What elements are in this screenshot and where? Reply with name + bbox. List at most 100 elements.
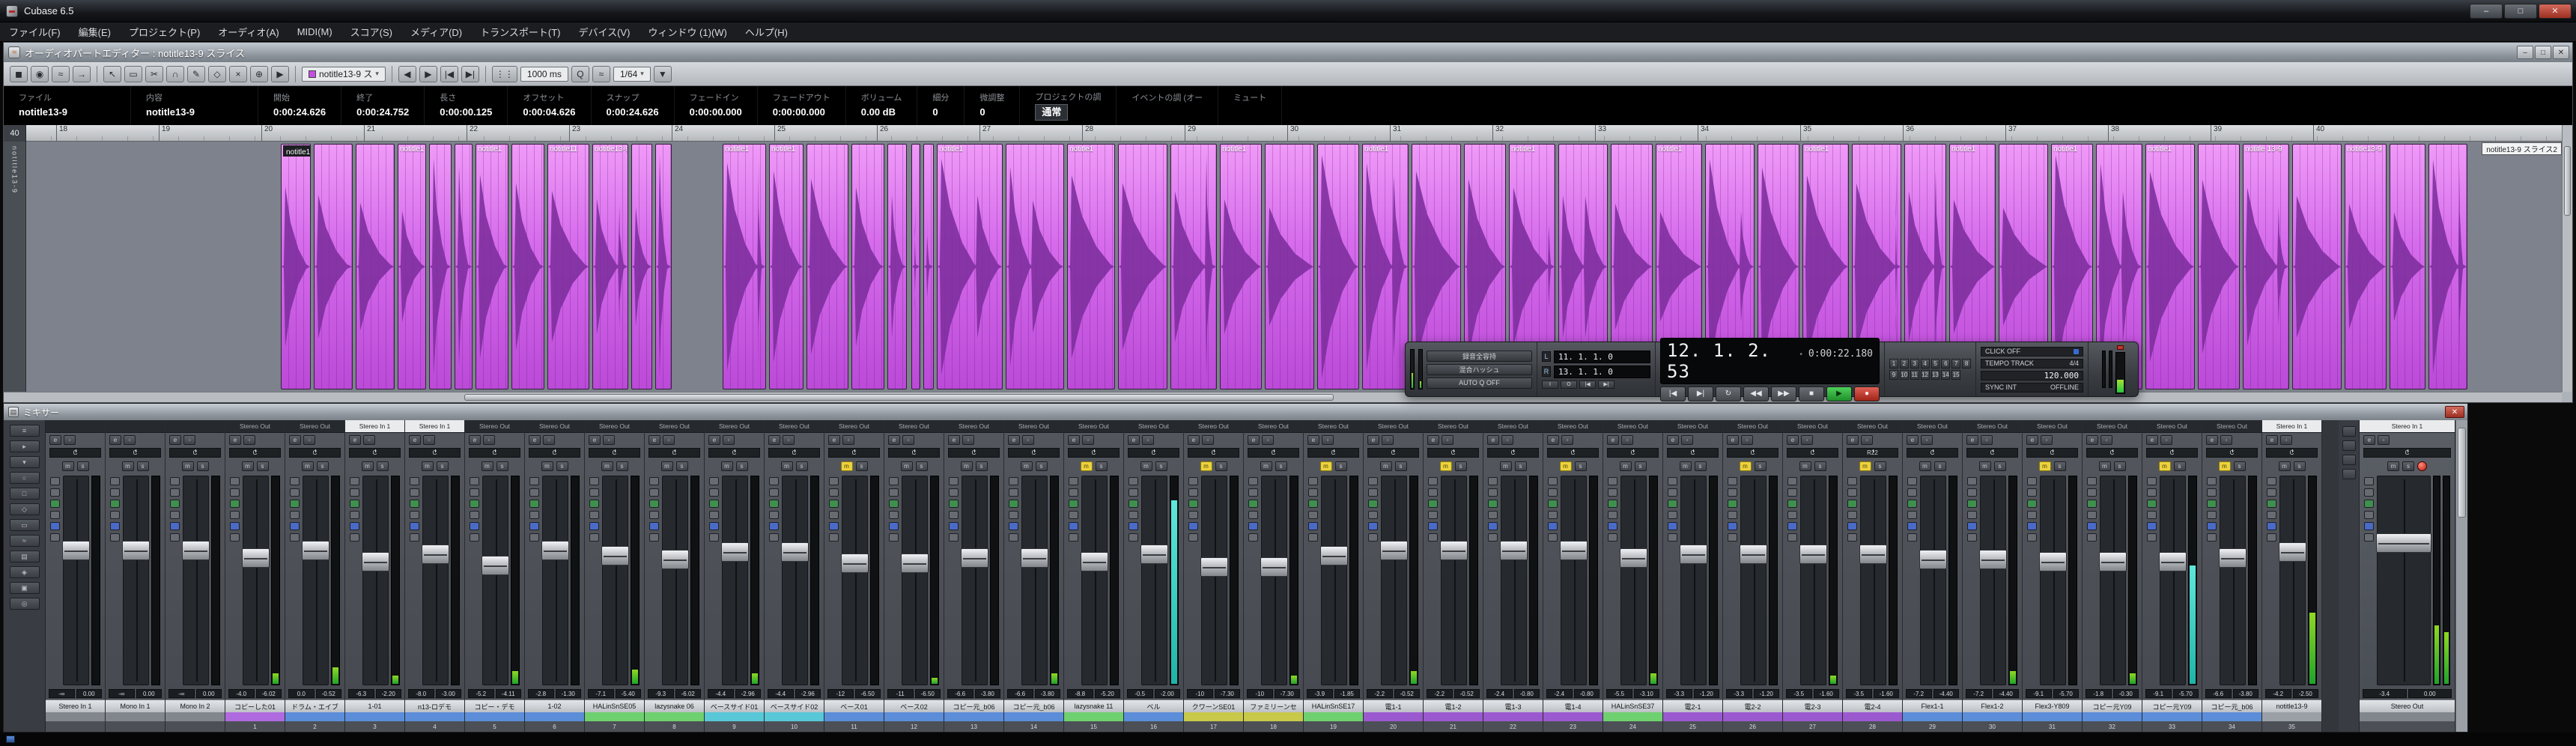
mixer-scrollbar[interactable]	[2455, 420, 2467, 732]
fader-value[interactable]: 0.00	[2408, 689, 2452, 698]
marker-button[interactable]: 9	[1889, 370, 1898, 380]
channel-edit-button[interactable]: e	[708, 434, 720, 445]
channel-name[interactable]: ベース02	[884, 700, 944, 712]
channel-routing[interactable]: Stereo Out	[2023, 420, 2082, 433]
channel-edit-button[interactable]: e	[1008, 434, 1020, 445]
channel-edit-button[interactable]: e	[1248, 434, 1260, 445]
channel-mini-button[interactable]	[1368, 477, 1378, 485]
channel-insert-state[interactable]: ◦	[1921, 434, 1933, 445]
channel-mini-button[interactable]	[470, 500, 479, 508]
fader-value[interactable]: -1.20	[1753, 689, 1779, 698]
volume-fader[interactable]	[1680, 476, 1707, 685]
solo-button[interactable]: s	[196, 461, 209, 471]
channel-mini-button[interactable]	[1668, 522, 1677, 530]
channel-name[interactable]: コピー元_b06	[2202, 700, 2261, 712]
channel-routing[interactable]: Stereo Out	[1184, 420, 1243, 433]
channel-routing[interactable]: Stereo Out	[585, 420, 644, 433]
fader-cap[interactable]	[1859, 544, 1887, 564]
mute-button[interactable]: m	[361, 461, 374, 471]
audio-event[interactable]	[851, 144, 884, 389]
volume-fader[interactable]	[1081, 476, 1108, 685]
time-display[interactable]: 12. 1. 2. 53 • 0:00:22.180	[1660, 337, 1880, 384]
time-format-icon[interactable]: •	[1799, 351, 1802, 359]
channel-mini-button[interactable]	[1248, 522, 1258, 530]
volume-fader[interactable]	[1380, 476, 1408, 685]
channel-mini-button[interactable]	[769, 477, 779, 485]
volume-fader[interactable]	[1440, 476, 1468, 685]
menu-item[interactable]: MIDI(M)	[288, 22, 341, 41]
mute-button[interactable]: m	[1020, 461, 1033, 471]
channel-mini-button[interactable]	[1308, 522, 1318, 530]
channel-insert-state[interactable]: ◦	[1382, 434, 1394, 445]
info-field[interactable]: プロジェクトの調 通常	[1020, 86, 1117, 125]
channel-routing[interactable]: Stereo Out	[285, 420, 344, 433]
channel-routing[interactable]: Stereo Out	[1304, 420, 1363, 433]
channel-routing[interactable]: Stereo Out	[1663, 420, 1722, 433]
solo-button[interactable]: s	[436, 461, 449, 471]
audio-event[interactable]: notitle1	[398, 144, 426, 389]
fader-cap[interactable]	[1440, 540, 1468, 560]
channel-mini-button[interactable]	[350, 477, 359, 485]
marker-button[interactable]: 8	[1962, 359, 1971, 369]
volume-fader[interactable]	[2219, 476, 2247, 685]
channel-routing[interactable]: Stereo Out	[1364, 420, 1423, 433]
channel-mini-button[interactable]	[709, 477, 719, 485]
channel-insert-state[interactable]: ◦	[2220, 434, 2232, 445]
channel-mini-button[interactable]	[1428, 500, 1438, 508]
channel-mini-button[interactable]	[2207, 500, 2217, 508]
quantize-value[interactable]: 1/64 ▾	[613, 66, 651, 82]
pan-control[interactable]: C	[1727, 448, 1778, 458]
volume-fader[interactable]	[1021, 476, 1048, 685]
channel-mini-button[interactable]	[290, 488, 300, 497]
audio-event[interactable]	[2390, 144, 2425, 389]
channel-edit-button[interactable]: e	[888, 434, 900, 445]
volume-fader[interactable]	[1140, 476, 1168, 685]
channel-mini-button[interactable]	[1128, 488, 1138, 497]
volume-fader[interactable]	[1200, 476, 1228, 685]
channel-mini-button[interactable]	[709, 533, 719, 542]
channel-insert-state[interactable]: ◦	[483, 434, 495, 445]
marker-button[interactable]: 2	[1899, 359, 1909, 369]
channel-mini-button[interactable]	[1548, 511, 1558, 519]
menu-item[interactable]: ヘルプ(H)	[736, 22, 797, 41]
channel-mini-button[interactable]	[529, 533, 539, 542]
audio-event[interactable]	[806, 144, 848, 389]
audio-event[interactable]	[1006, 144, 1064, 389]
channel-mini-button[interactable]	[769, 533, 779, 542]
channel-edit-button[interactable]: e	[1847, 434, 1859, 445]
channel-edit-button[interactable]: e	[1427, 434, 1439, 445]
channel-mini-button[interactable]	[1668, 477, 1677, 485]
fader-value[interactable]: -2.96	[735, 689, 761, 698]
channel-name[interactable]: Flex3-Y809	[2023, 700, 2082, 712]
mute-button[interactable]: m	[2218, 461, 2231, 471]
pan-control[interactable]: C	[708, 448, 760, 458]
fader-cap[interactable]	[961, 548, 988, 568]
channel-mini-button[interactable]	[2027, 533, 2037, 542]
channel-mini-button[interactable]	[1069, 522, 1078, 530]
volume-fader[interactable]	[122, 476, 150, 685]
fader-cap[interactable]	[362, 551, 389, 571]
channel-mini-button[interactable]	[529, 488, 539, 497]
pan-control[interactable]: C	[289, 448, 341, 458]
vertical-scroll-thumb[interactable]	[2564, 146, 2571, 216]
color-menu[interactable]: ▼	[653, 65, 672, 82]
volume-fader[interactable]	[482, 476, 509, 685]
editor-view-icon-3[interactable]: →	[73, 65, 91, 82]
channel-mini-button[interactable]	[2147, 522, 2157, 530]
channel-mini-button[interactable]	[1428, 488, 1438, 497]
fader-cap[interactable]	[601, 546, 629, 566]
solo-button[interactable]: s	[136, 461, 149, 471]
channel-mini-button[interactable]	[1188, 477, 1198, 485]
mixer-scroll-thumb[interactable]	[2458, 428, 2466, 518]
audio-event[interactable]	[1118, 144, 1167, 389]
channel-mini-button[interactable]	[1907, 500, 1917, 508]
channel-routing[interactable]: Stereo In 1	[405, 420, 464, 433]
channel-edit-button[interactable]: e	[2026, 434, 2038, 445]
channel-mini-button[interactable]	[1069, 488, 1078, 497]
menu-item[interactable]: ファイル(F)	[0, 22, 70, 41]
fader-cap[interactable]	[1200, 557, 1228, 577]
channel-mini-button[interactable]	[2207, 511, 2217, 519]
fader-cap[interactable]	[1021, 548, 1048, 568]
fader-cap[interactable]	[1680, 544, 1707, 564]
channel-mini-button[interactable]	[350, 522, 359, 530]
